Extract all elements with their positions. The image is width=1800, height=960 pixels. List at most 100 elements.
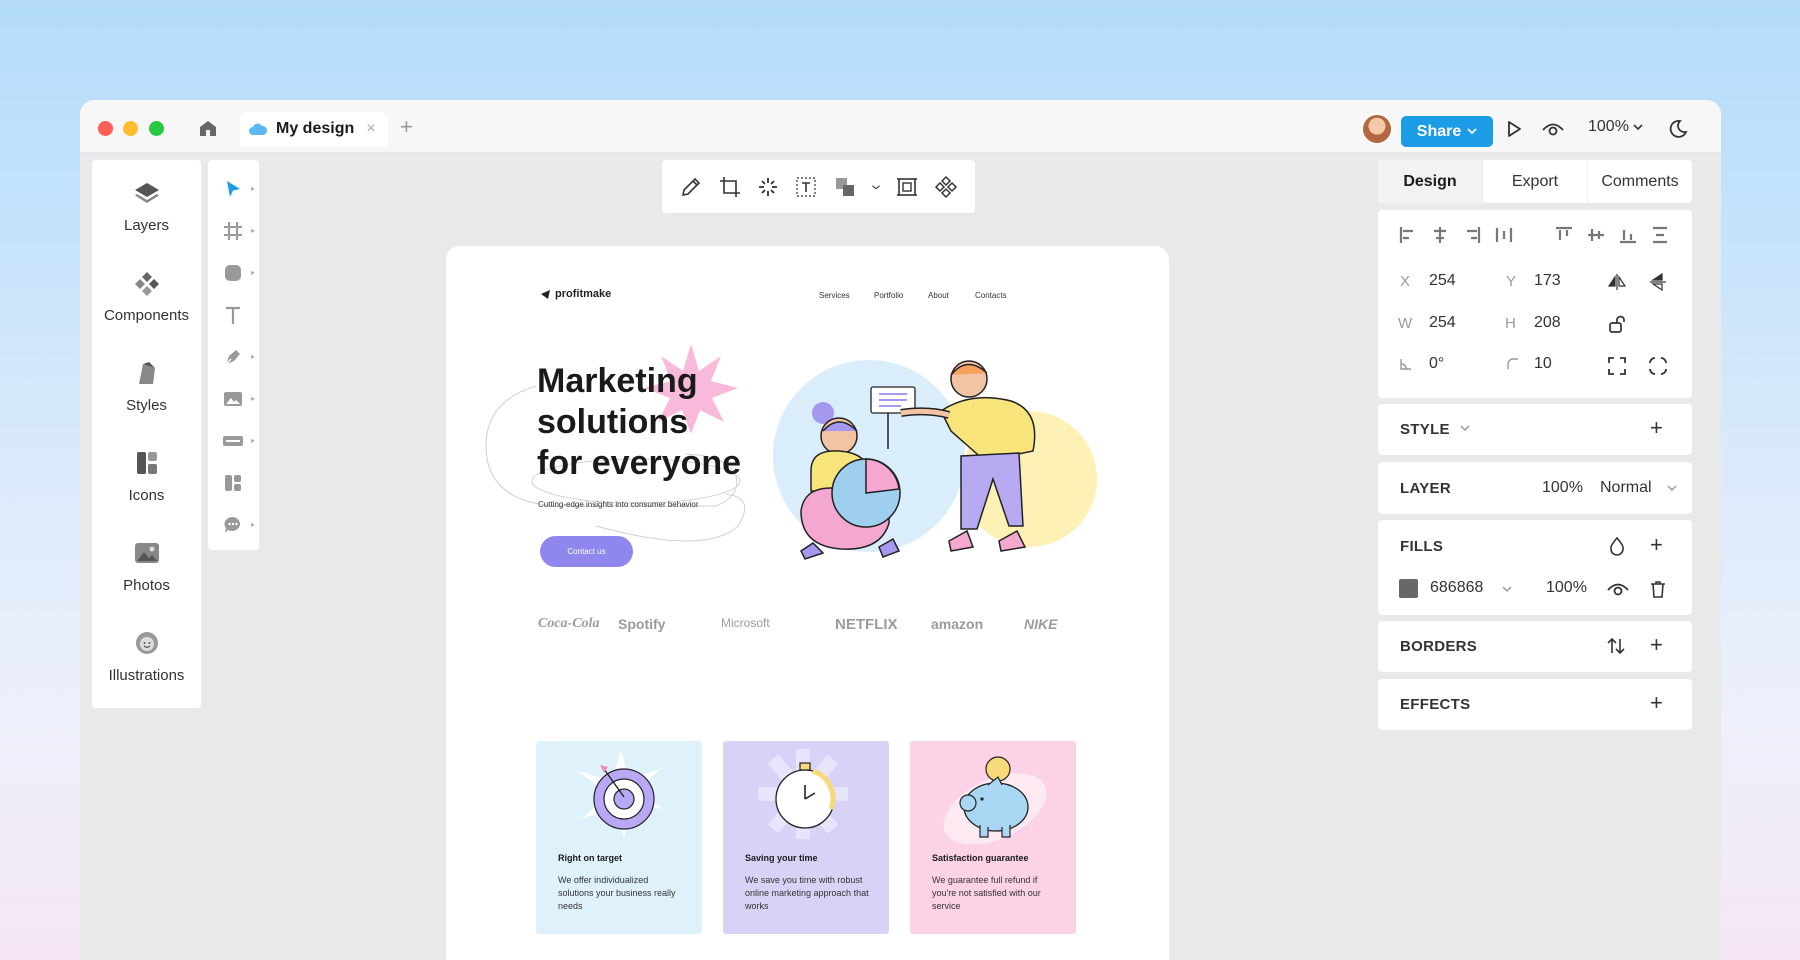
y-value-input[interactable]: 173 — [1534, 272, 1561, 290]
image-tool-icon[interactable] — [222, 388, 244, 410]
radius-value-input[interactable]: 10 — [1534, 355, 1552, 373]
rotation-value-input[interactable]: 0° — [1429, 355, 1444, 373]
text-box-icon[interactable] — [794, 175, 818, 199]
align-right-icon[interactable] — [1462, 225, 1482, 245]
add-style-button[interactable]: + — [1650, 415, 1663, 441]
fill-color-swatch[interactable] — [1399, 579, 1418, 598]
eye-icon[interactable] — [1541, 119, 1565, 139]
align-middle-icon[interactable] — [1586, 225, 1606, 245]
layer-title: LAYER — [1400, 480, 1451, 497]
sort-arrows-icon[interactable] — [1606, 636, 1626, 656]
nav-portfolio[interactable]: Portfolio — [874, 291, 903, 300]
add-tab-button[interactable]: + — [400, 114, 413, 140]
caret-icon: ▸ — [251, 268, 256, 277]
nav-contacts[interactable]: Contacts — [975, 291, 1007, 300]
contact-us-button[interactable]: Contact us — [540, 536, 633, 567]
left-panel-icons[interactable]: Icons — [92, 450, 201, 504]
corner-radius-icon — [1507, 358, 1518, 369]
text-tool-icon[interactable] — [222, 304, 244, 326]
tool-rail: ▸ ▸ ▸ ▸ ▸ ▸ ▸ — [208, 160, 259, 550]
h-value-input[interactable]: 208 — [1534, 314, 1561, 332]
share-label: Share — [1416, 122, 1462, 140]
fill-opacity-input[interactable]: 100% — [1546, 579, 1587, 597]
fill-hex-input[interactable]: 686868 — [1430, 579, 1483, 597]
logo-text: profitmake — [555, 288, 612, 300]
nav-about[interactable]: About — [928, 291, 949, 300]
expand-icon[interactable] — [1607, 356, 1627, 376]
input-tool-icon[interactable] — [222, 430, 244, 452]
flip-horizontal-icon[interactable] — [1607, 272, 1627, 292]
chevron-down-icon[interactable] — [1460, 425, 1470, 432]
shape-tool-icon[interactable] — [222, 262, 244, 284]
left-panel-photos[interactable]: Photos — [92, 540, 201, 594]
left-panel-label: Photos — [123, 577, 170, 594]
tab-my-design[interactable]: My design × — [240, 112, 388, 146]
left-panel-label: Styles — [126, 397, 167, 414]
comment-tool-icon[interactable] — [222, 514, 244, 536]
rotation-icon — [1400, 359, 1411, 370]
select-tool-icon[interactable] — [222, 178, 244, 200]
boolean-icon[interactable] — [833, 175, 857, 199]
align-center-horizontal-icon[interactable] — [1430, 225, 1450, 245]
magic-icon[interactable] — [756, 175, 780, 199]
left-panel-styles[interactable]: Styles — [92, 360, 201, 414]
tab-close-icon[interactable]: × — [366, 120, 375, 138]
fills-title: FILLS — [1400, 538, 1444, 555]
tab-design[interactable]: Design — [1378, 160, 1483, 203]
distribute-horizontal-icon[interactable] — [1494, 225, 1514, 245]
unlock-icon[interactable] — [1607, 314, 1627, 334]
distribute-vertical-icon[interactable] — [1650, 225, 1670, 245]
color-drop-icon[interactable] — [1607, 536, 1627, 556]
flip-vertical-icon[interactable] — [1648, 272, 1668, 292]
play-icon[interactable] — [1504, 119, 1524, 139]
pencil-icon[interactable] — [679, 175, 703, 199]
align-left-icon[interactable] — [1398, 225, 1418, 245]
maximize-window-button[interactable] — [149, 121, 164, 136]
eye-icon[interactable] — [1606, 579, 1630, 599]
add-fill-button[interactable]: + — [1650, 532, 1663, 558]
dark-mode-icon[interactable] — [1668, 119, 1688, 139]
component-icon[interactable] — [934, 175, 958, 199]
x-value-input[interactable]: 254 — [1429, 272, 1456, 290]
share-button[interactable]: Share — [1401, 116, 1493, 147]
style-section: STYLE + — [1378, 404, 1692, 455]
target-icon — [578, 749, 664, 839]
w-value-input[interactable]: 254 — [1429, 314, 1456, 332]
blend-mode-select[interactable]: Normal — [1600, 479, 1652, 497]
hero-subtitle: Cutting-edge insights into consumer beha… — [538, 500, 699, 509]
add-border-button[interactable]: + — [1650, 632, 1663, 658]
align-bottom-icon[interactable] — [1618, 225, 1638, 245]
tab-comments[interactable]: Comments — [1588, 160, 1692, 203]
left-panel-illustrations[interactable]: Illustrations — [92, 630, 201, 684]
layer-opacity-input[interactable]: 100% — [1542, 479, 1583, 497]
crop-icon[interactable] — [718, 175, 742, 199]
component-tool-icon[interactable] — [222, 472, 244, 494]
tab-export[interactable]: Export — [1483, 160, 1588, 203]
align-top-icon[interactable] — [1554, 225, 1574, 245]
pen-tool-icon[interactable] — [222, 346, 244, 368]
borders-title: BORDERS — [1400, 638, 1478, 655]
frame-tool-icon[interactable] — [222, 220, 244, 242]
chevron-down-icon[interactable] — [871, 175, 881, 199]
left-panel-components[interactable]: Components — [92, 270, 201, 324]
chevron-down-icon[interactable] — [1667, 485, 1677, 492]
brand-logo: NIKE — [1024, 616, 1058, 632]
independent-corners-icon[interactable] — [1648, 356, 1668, 376]
close-window-button[interactable] — [98, 121, 113, 136]
add-effect-button[interactable]: + — [1650, 690, 1663, 716]
design-canvas[interactable]: profitmake Services Portfolio About Cont… — [446, 246, 1169, 960]
minimize-window-button[interactable] — [123, 121, 138, 136]
styles-icon — [138, 362, 155, 384]
card-text: We guarantee full refund if you're not s… — [932, 875, 1041, 911]
layers-icon — [134, 183, 159, 203]
zoom-dropdown[interactable]: 100% — [1588, 118, 1643, 136]
home-icon[interactable] — [198, 119, 218, 137]
chevron-down-icon[interactable] — [1502, 586, 1512, 593]
nav-services[interactable]: Services — [819, 291, 850, 300]
left-panel-layers[interactable]: Layers — [92, 180, 201, 234]
avatar[interactable] — [1361, 113, 1393, 145]
left-panel-label: Illustrations — [108, 667, 185, 684]
components-icon — [134, 272, 159, 296]
trash-icon[interactable] — [1648, 579, 1668, 599]
frame-select-icon[interactable] — [895, 175, 919, 199]
